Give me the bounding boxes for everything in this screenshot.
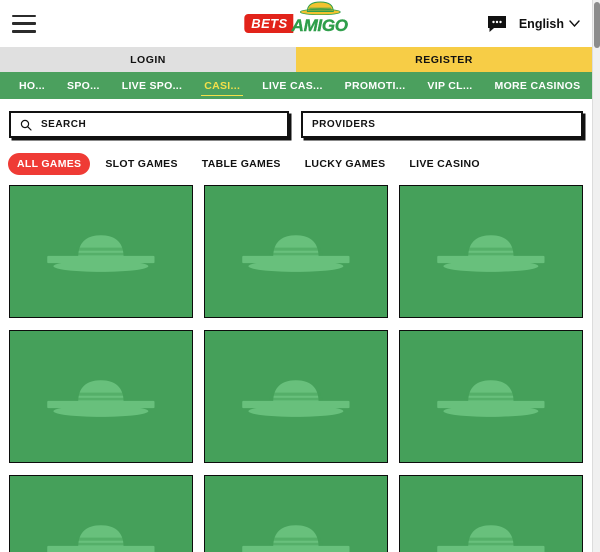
nav-item-casino[interactable]: CASI... (193, 72, 251, 99)
game-card[interactable] (399, 330, 583, 463)
sombrero-placeholder-icon (242, 235, 350, 272)
sombrero-placeholder-icon (242, 525, 350, 552)
logo-text-bets: BETS (244, 14, 294, 33)
page-root: BETS AMIGO English LOGIN REGISTER HO... … (0, 0, 600, 552)
hamburger-menu-icon[interactable] (12, 14, 36, 33)
sombrero-placeholder-icon (437, 380, 545, 417)
logo-text-amigo: AMIGO (291, 16, 348, 35)
logo-wordmark: BETS AMIGO (244, 1, 348, 35)
page-scrollbar[interactable] (592, 0, 600, 552)
sombrero-placeholder-icon (47, 380, 155, 417)
nav-item-promotions[interactable]: PROMOTI... (334, 72, 417, 99)
nav-item-live-casino[interactable]: LIVE CAS... (251, 72, 333, 99)
hamburger-line (12, 14, 36, 17)
search-icon (20, 119, 32, 131)
scrollbar-thumb[interactable] (594, 2, 600, 48)
sombrero-placeholder-icon (437, 525, 545, 552)
header-actions: English (487, 15, 580, 33)
filter-slot-games[interactable]: SLOT GAMES (96, 153, 186, 175)
nav-item-live-sports[interactable]: LIVE SPO... (111, 72, 193, 99)
filter-live-casino[interactable]: LIVE CASINO (400, 153, 488, 175)
nav-item-home[interactable]: HO... (8, 72, 56, 99)
sombrero-placeholder-icon (437, 235, 545, 272)
language-label: English (518, 16, 564, 31)
game-card[interactable] (399, 185, 583, 318)
providers-dropdown[interactable]: PROVIDERS (301, 111, 583, 138)
top-header-bar: BETS AMIGO English (0, 0, 592, 47)
register-button[interactable]: REGISTER (296, 47, 592, 72)
chat-bubble-icon[interactable] (487, 15, 507, 33)
chevron-down-icon (569, 20, 580, 27)
site-logo[interactable]: BETS AMIGO (244, 1, 348, 39)
game-grid (0, 185, 592, 552)
nav-item-sports[interactable]: SPO... (56, 72, 111, 99)
auth-bar: LOGIN REGISTER (0, 47, 592, 72)
game-card[interactable] (399, 475, 583, 552)
filter-table-games[interactable]: TABLE GAMES (193, 153, 290, 175)
game-card[interactable] (204, 330, 388, 463)
search-row: SEARCH PROVIDERS (0, 99, 592, 149)
game-card[interactable] (204, 185, 388, 318)
login-button[interactable]: LOGIN (0, 47, 296, 72)
search-placeholder: SEARCH (41, 119, 87, 130)
search-input[interactable]: SEARCH (9, 111, 289, 138)
page-content: BETS AMIGO English LOGIN REGISTER HO... … (0, 0, 592, 552)
nav-item-more-casinos[interactable]: MORE CASINOS (484, 72, 592, 99)
main-navigation: HO... SPO... LIVE SPO... CASI... LIVE CA… (0, 72, 592, 99)
sombrero-placeholder-icon (47, 235, 155, 272)
hamburger-line (12, 22, 36, 25)
sombrero-placeholder-icon (242, 380, 350, 417)
game-category-filters: ALL GAMES SLOT GAMES TABLE GAMES LUCKY G… (0, 149, 592, 185)
game-card[interactable] (204, 475, 388, 552)
language-selector[interactable]: English (519, 17, 580, 31)
filter-all-games[interactable]: ALL GAMES (8, 153, 91, 175)
game-card[interactable] (9, 330, 193, 463)
game-card[interactable] (9, 185, 193, 318)
game-card[interactable] (9, 475, 193, 552)
sombrero-placeholder-icon (47, 525, 155, 552)
nav-item-vip-club[interactable]: VIP CL... (416, 72, 483, 99)
filter-lucky-games[interactable]: LUCKY GAMES (296, 153, 395, 175)
hamburger-line (12, 30, 36, 33)
sombrero-icon (300, 1, 342, 15)
providers-label: PROVIDERS (312, 119, 376, 130)
